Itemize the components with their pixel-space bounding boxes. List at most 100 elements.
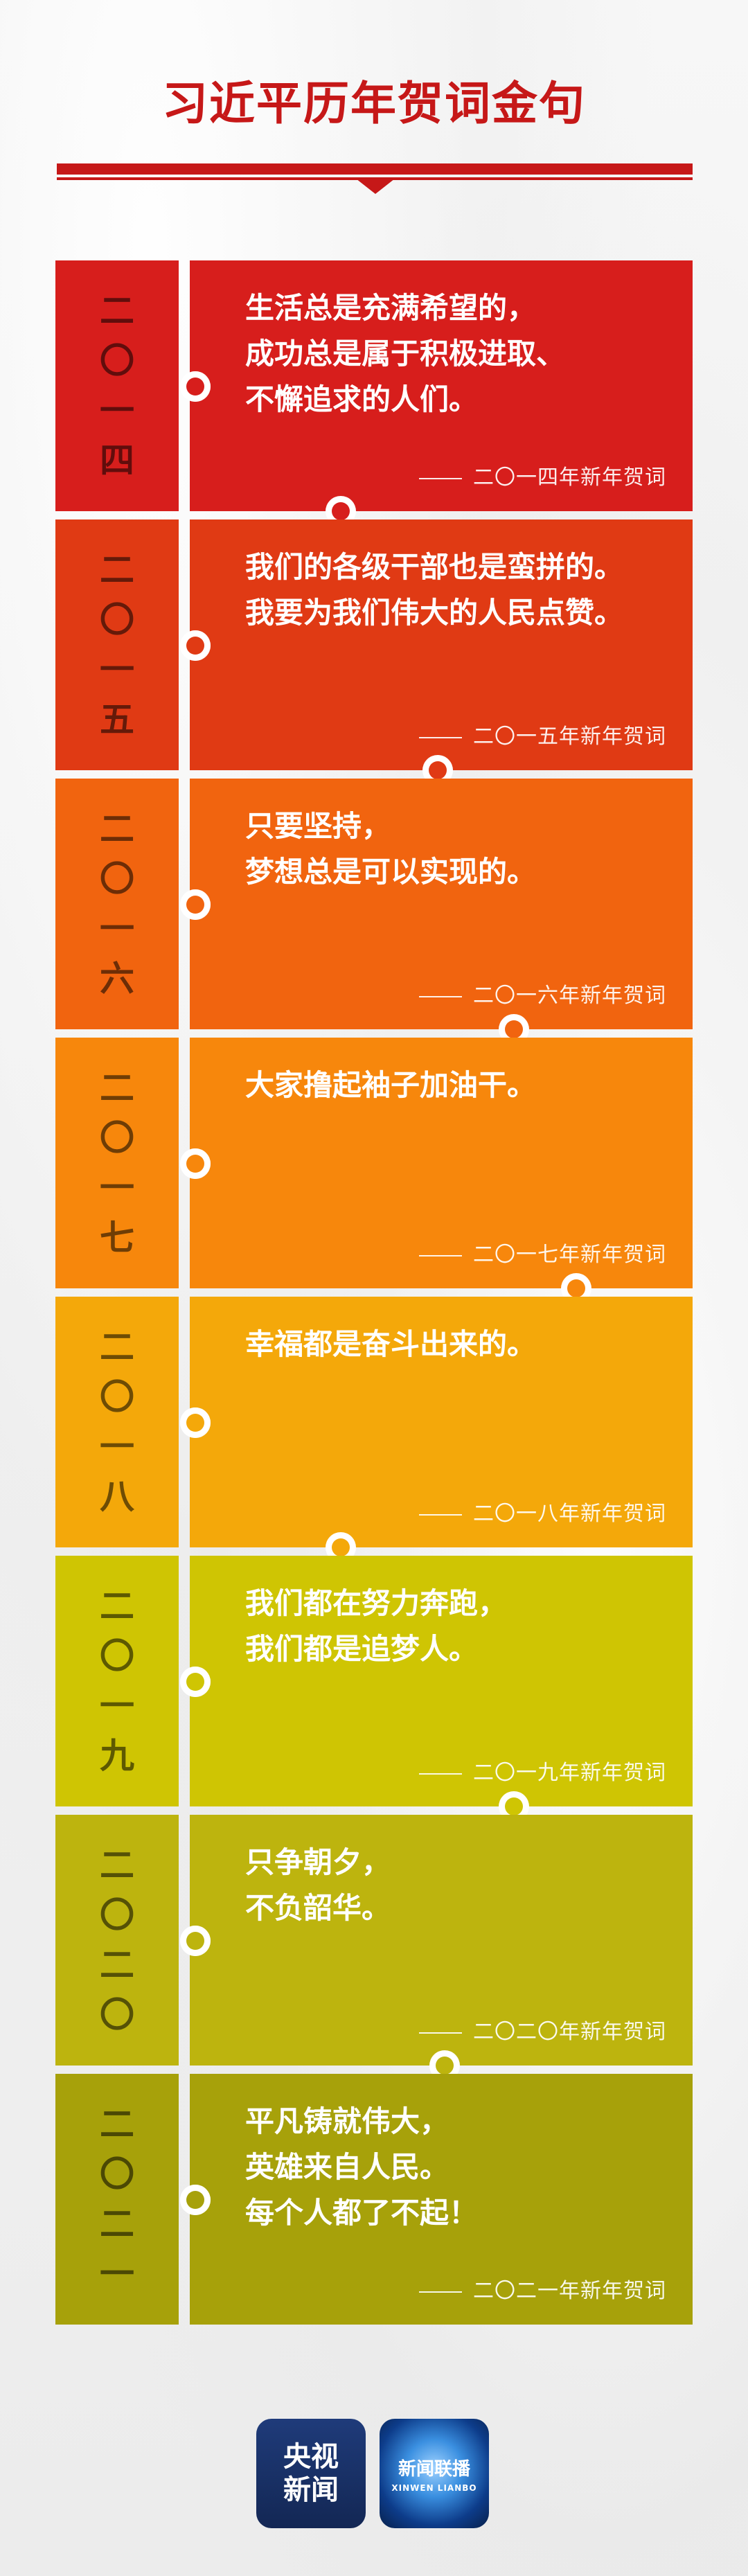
year-block: 二〇一四 (55, 260, 179, 511)
quote-text: 幸福都是奋斗出来的。 (245, 1327, 537, 1361)
source-text: 二〇一四年新年贺词 (473, 465, 666, 490)
year-char: 〇 (100, 1376, 134, 1417)
xinwen-lianbo-logo: 新闻联播 XINWEN LIANBO (380, 2419, 489, 2528)
quote-card: 生活总是充满希望的， 成功总是属于积极进取、 不懈追求的人们。 二〇一四年新年贺词 (190, 260, 693, 511)
quote-text: 我们都在努力奔跑， 我们都是追梦人。 (245, 1586, 508, 1666)
year-char: 六 (100, 958, 134, 999)
year-char: 八 (100, 1476, 134, 1517)
puzzle-notch-inner (332, 502, 350, 520)
cctv-logo-line2: 新闻 (283, 2474, 339, 2506)
year-label: 二〇二一 (55, 2074, 179, 2325)
year-char: 二 (100, 2203, 134, 2244)
year-block: 二〇一八 (55, 1297, 179, 1547)
puzzle-notch-inner (186, 637, 204, 655)
year-char: 二 (100, 290, 134, 331)
puzzle-notch-inner (186, 377, 204, 396)
puzzle-notch-inner (429, 761, 447, 779)
year-char: 一 (100, 1685, 134, 1726)
source-text: 二〇二一年新年贺词 (473, 2279, 666, 2303)
year-block: 二〇二〇 (55, 1815, 179, 2066)
quote-text: 大家撸起袖子加油干。 (245, 1068, 537, 1102)
year-char: 一 (100, 2253, 134, 2294)
puzzle-notch-inner (505, 1797, 523, 1815)
year-block: 二〇一九 (55, 1556, 179, 1806)
quote-row: 二〇一五我们的各级干部也是蛮拼的。 我要为我们伟大的人民点赞。 二〇一五年新年贺词 (55, 519, 693, 785)
year-char: 二 (100, 2104, 134, 2144)
quote-card: 只争朝夕， 不负韶华。 二〇二〇年新年贺词 (190, 1815, 693, 2066)
year-char: 〇 (100, 340, 134, 381)
cctv-logo-line1: 央视 (283, 2441, 339, 2473)
logo-group: 央视 新闻 新闻联播 XINWEN LIANBO (256, 2419, 492, 2530)
year-char: 五 (100, 699, 134, 740)
quote-card: 大家撸起袖子加油干。 二〇一七年新年贺词 (190, 1038, 693, 1288)
year-char: 二 (100, 549, 134, 590)
year-label: 二〇一五 (55, 519, 179, 770)
source-text: 二〇一八年新年贺词 (473, 1502, 666, 1526)
puzzle-notch-inner (186, 1414, 204, 1432)
year-block: 二〇一七 (55, 1038, 179, 1288)
year-char: 〇 (100, 599, 134, 640)
quote-source: 二〇二一年新年贺词 (419, 2273, 666, 2304)
quote-row: 二〇一九我们都在努力奔跑， 我们都是追梦人。 二〇一九年新年贺词 (55, 1556, 693, 1822)
year-char: 二 (100, 1585, 134, 1626)
source-dash (419, 736, 462, 738)
source-text: 二〇二〇年新年贺词 (473, 2020, 666, 2044)
quote-source: 二〇二〇年新年贺词 (419, 2014, 666, 2045)
source-dash (419, 477, 462, 479)
quote-row: 二〇一六只要坚持， 梦想总是可以实现的。 二〇一六年新年贺词 (55, 779, 693, 1045)
quote-text: 只要坚持， 梦想总是可以实现的。 (245, 809, 537, 889)
year-label: 二〇一八 (55, 1297, 179, 1547)
puzzle-notch-inner (186, 896, 204, 914)
year-char: 一 (100, 649, 134, 690)
source-dash (419, 1513, 462, 1516)
quote-text: 平凡铸就伟大， 英雄来自人民。 每个人都了不起！ (245, 2104, 479, 2230)
puzzle-notch-left (180, 889, 211, 920)
year-char: 一 (100, 1426, 134, 1467)
puzzle-notch-left (180, 2185, 211, 2215)
year-label: 二〇一六 (55, 779, 179, 1029)
year-char: 四 (100, 440, 134, 481)
year-char: 七 (100, 1217, 134, 1258)
quote-card: 我们的各级干部也是蛮拼的。 我要为我们伟大的人民点赞。 二〇一五年新年贺词 (190, 519, 693, 770)
puzzle-notch-inner (567, 1279, 585, 1297)
quote-source: 二〇一九年新年贺词 (419, 1755, 666, 1786)
year-char: 一 (100, 908, 134, 949)
year-label: 二〇二〇 (55, 1815, 179, 2066)
page-title: 习近平历年贺词金句 (162, 77, 586, 130)
year-label: 二〇一九 (55, 1556, 179, 1806)
year-char: 一 (100, 1167, 134, 1208)
year-label: 二〇一四 (55, 260, 179, 511)
quote-card: 幸福都是奋斗出来的。二〇一八年新年贺词 (190, 1297, 693, 1547)
source-dash (419, 995, 462, 997)
quote-source: 二〇一四年新年贺词 (419, 460, 666, 490)
source-text: 二〇一五年新年贺词 (473, 725, 666, 749)
puzzle-notch-left (180, 1148, 211, 1179)
quote-source: 二〇一六年新年贺词 (419, 978, 666, 1009)
year-char: 二 (100, 1845, 134, 1885)
year-char: 〇 (100, 858, 134, 899)
quote-source: 二〇一五年新年贺词 (419, 719, 666, 749)
year-char: 〇 (100, 1635, 134, 1676)
puzzle-notch-left (180, 1926, 211, 1956)
quote-card: 我们都在努力奔跑， 我们都是追梦人。二〇一九年新年贺词 (190, 1556, 693, 1806)
year-label: 二〇一七 (55, 1038, 179, 1288)
quote-row: 二〇一七大家撸起袖子加油干。 二〇一七年新年贺词 (55, 1038, 693, 1304)
puzzle-notch-inner (186, 1932, 204, 1950)
quote-row: 二〇一八幸福都是奋斗出来的。 二〇一八年新年贺词 (55, 1297, 693, 1563)
puzzle-notch-inner (332, 1538, 350, 1556)
year-char: 二 (100, 808, 134, 849)
quote-card: 平凡铸就伟大， 英雄来自人民。 每个人都了不起！ 二〇二一年新年贺词 (190, 2074, 693, 2325)
puzzle-notch-inner (505, 1020, 523, 1038)
title-arrow-icon (356, 179, 395, 194)
puzzle-notch-left (180, 630, 211, 661)
year-char: 〇 (100, 1117, 134, 1158)
quote-source: 二〇一八年新年贺词 (419, 1496, 666, 1527)
year-char: 〇 (100, 1894, 134, 1935)
year-char: 二 (100, 1326, 134, 1367)
year-block: 二〇一六 (55, 779, 179, 1029)
puzzle-notch-inner (186, 1155, 204, 1173)
source-dash (419, 2291, 462, 2293)
puzzle-notch-inner (186, 2191, 204, 2209)
year-block: 二〇二一 (55, 2074, 179, 2325)
quote-card: 只要坚持， 梦想总是可以实现的。二〇一六年新年贺词 (190, 779, 693, 1029)
